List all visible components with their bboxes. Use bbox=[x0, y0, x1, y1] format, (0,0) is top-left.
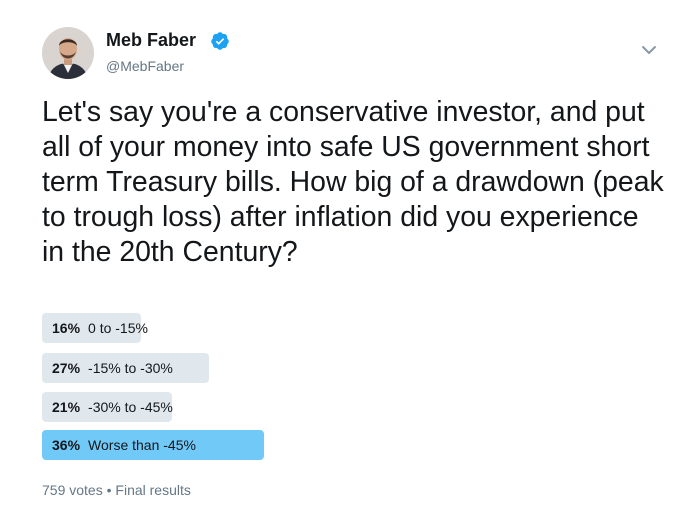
poll-status: Final results bbox=[115, 482, 191, 498]
poll-choice-text: -15% to -30% bbox=[88, 360, 173, 376]
chevron-down-icon[interactable] bbox=[640, 43, 658, 57]
poll-percent: 36% bbox=[52, 437, 81, 453]
author-name[interactable]: Meb Faber bbox=[106, 30, 196, 50]
poll-choice-text: -30% to -45% bbox=[88, 399, 173, 415]
poll-choice-text: Worse than -45% bbox=[88, 437, 196, 453]
avatar[interactable] bbox=[42, 27, 94, 79]
verified-check-icon bbox=[211, 32, 229, 50]
poll-footer: 759 votes • Final results bbox=[42, 481, 191, 499]
poll-option: 36% Worse than -45% bbox=[42, 430, 642, 460]
tweet-text: Let's say you're a conservative investor… bbox=[42, 96, 664, 268]
poll-option-label: 16% 0 to -15% bbox=[52, 313, 148, 343]
poll-percent: 21% bbox=[52, 399, 81, 415]
poll-option-label: 21% -30% to -45% bbox=[52, 392, 173, 422]
poll-option-label: 27% -15% to -30% bbox=[52, 353, 173, 383]
poll-choice-text: 0 to -15% bbox=[88, 320, 148, 336]
poll-option: 21% -30% to -45% bbox=[42, 392, 642, 422]
poll-percent: 16% bbox=[52, 320, 81, 336]
poll-option: 16% 0 to -15% bbox=[42, 313, 642, 343]
separator-dot: • bbox=[106, 482, 112, 498]
avatar-image bbox=[42, 27, 94, 79]
poll-percent: 27% bbox=[52, 360, 81, 376]
poll-option-label: 36% Worse than -45% bbox=[52, 430, 196, 460]
vote-count: 759 votes bbox=[42, 482, 103, 498]
poll-option: 27% -15% to -30% bbox=[42, 353, 642, 383]
author-handle[interactable]: @MebFaber bbox=[106, 57, 184, 75]
